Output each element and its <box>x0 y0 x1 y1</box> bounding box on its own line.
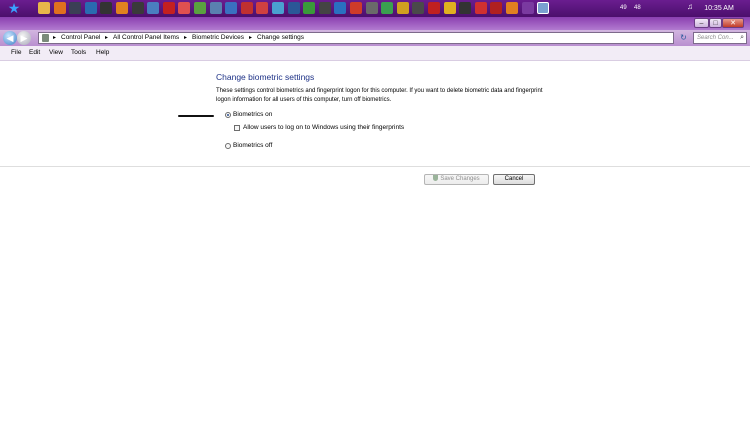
control-panel-icon[interactable] <box>537 2 550 14</box>
biometrics-on-label[interactable]: Biometrics on <box>233 111 272 119</box>
close-button[interactable]: ✕ <box>722 18 744 28</box>
chart-icon[interactable] <box>350 2 362 14</box>
circle-icon[interactable] <box>443 2 456 14</box>
back-button[interactable]: ◀ <box>3 31 17 45</box>
word-icon[interactable] <box>287 2 300 14</box>
crumb-control-panel[interactable]: Control Panel <box>61 33 100 43</box>
crumb-biometric-devices[interactable]: Biometric Devices <box>192 33 244 43</box>
search-icon[interactable]: ⌕ <box>740 34 744 42</box>
page-title: Change biometric settings <box>216 72 315 82</box>
menu-edit[interactable]: Edit <box>29 46 40 60</box>
crumb-all-items[interactable]: All Control Panel Items <box>113 33 179 43</box>
search-placeholder: Search Con... <box>697 35 734 41</box>
photoshop-icon[interactable] <box>84 2 97 14</box>
pdf-icon[interactable] <box>178 2 191 14</box>
calendar-icon[interactable] <box>256 2 269 14</box>
game-icon[interactable] <box>381 2 394 14</box>
video-icon[interactable] <box>131 2 144 14</box>
breadcrumb-separator: ▸ <box>249 35 253 41</box>
search-input[interactable]: Search Con... ⌕ <box>693 32 747 44</box>
calculator-icon[interactable] <box>365 2 378 14</box>
start-button[interactable]: ★ <box>3 1 25 16</box>
maps-icon[interactable] <box>303 2 316 14</box>
app-icon[interactable] <box>100 2 113 14</box>
window-title-bar: – □ ✕ <box>0 17 750 30</box>
star-icon[interactable] <box>459 2 472 14</box>
menu-file[interactable]: File <box>11 46 21 60</box>
radio-selected-dot <box>227 114 229 116</box>
folder-icon[interactable] <box>38 2 50 14</box>
biometrics-off-radio[interactable] <box>225 143 231 149</box>
stop-icon[interactable] <box>474 2 487 14</box>
network-icon[interactable] <box>334 2 347 14</box>
blocked-icon[interactable] <box>490 2 503 14</box>
save-changes-button[interactable]: Save Changes <box>424 174 489 185</box>
menu-view[interactable]: View <box>49 46 63 60</box>
menu-tools[interactable]: Tools <box>71 46 86 60</box>
pie-icon[interactable] <box>506 2 518 14</box>
address-bar: ◀ ▶ ▸ Control Panel ▸ All Control Panel … <box>0 30 750 46</box>
divider <box>0 166 750 167</box>
map-icon[interactable] <box>209 2 222 14</box>
cancel-button[interactable]: Cancel <box>493 174 535 185</box>
shield-icon <box>433 175 439 181</box>
allow-fingerprint-logon-label[interactable]: Allow users to log on to Windows using t… <box>243 124 404 132</box>
breadcrumb[interactable]: ▸ Control Panel ▸ All Control Panel Item… <box>38 32 674 44</box>
illustrator-icon[interactable] <box>116 2 128 14</box>
eye-icon[interactable] <box>318 2 331 14</box>
crumb-change-settings[interactable]: Change settings <box>257 33 304 43</box>
breadcrumb-separator: ▸ <box>105 35 109 41</box>
image-icon[interactable] <box>272 2 284 14</box>
minimize-button[interactable]: – <box>694 18 709 28</box>
tray-number-2: 48 <box>634 5 641 11</box>
biometrics-off-label[interactable]: Biometrics off <box>233 142 272 150</box>
taskbar: ★ 49 48 ♫ 10:35 AM <box>0 0 750 17</box>
volume-icon[interactable]: ♫ <box>687 3 693 11</box>
maximize-button[interactable]: □ <box>709 18 722 28</box>
page-description: These settings control biometrics and fi… <box>216 88 543 103</box>
camera-icon[interactable] <box>396 2 409 14</box>
save-changes-label: Save Changes <box>440 176 480 182</box>
refresh-icon[interactable]: ↻ <box>677 32 690 44</box>
breadcrumb-separator: ▸ <box>53 35 57 41</box>
steam-icon[interactable] <box>69 2 82 14</box>
biometrics-on-radio[interactable] <box>225 112 231 118</box>
menu-bar: File Edit View Tools Help <box>0 46 750 61</box>
clock[interactable]: 10:35 AM <box>700 0 738 17</box>
media-icon[interactable] <box>240 2 253 14</box>
allow-fingerprint-logon-checkbox[interactable] <box>234 125 240 131</box>
visio-icon[interactable] <box>147 2 160 14</box>
globe-icon[interactable] <box>225 2 238 14</box>
forward-button[interactable]: ▶ <box>17 31 31 45</box>
annotation-mark <box>178 115 214 117</box>
breadcrumb-separator: ▸ <box>184 35 188 41</box>
firefox-icon[interactable] <box>53 2 66 14</box>
acrobat-icon[interactable] <box>162 2 175 14</box>
menu-help[interactable]: Help <box>96 46 109 60</box>
bolt-icon[interactable] <box>521 2 534 14</box>
pen-icon[interactable] <box>194 2 206 14</box>
tray-number-1: 49 <box>620 5 627 11</box>
opera-icon[interactable] <box>428 2 440 14</box>
control-panel-icon <box>42 34 49 42</box>
phone-icon[interactable] <box>412 2 425 14</box>
